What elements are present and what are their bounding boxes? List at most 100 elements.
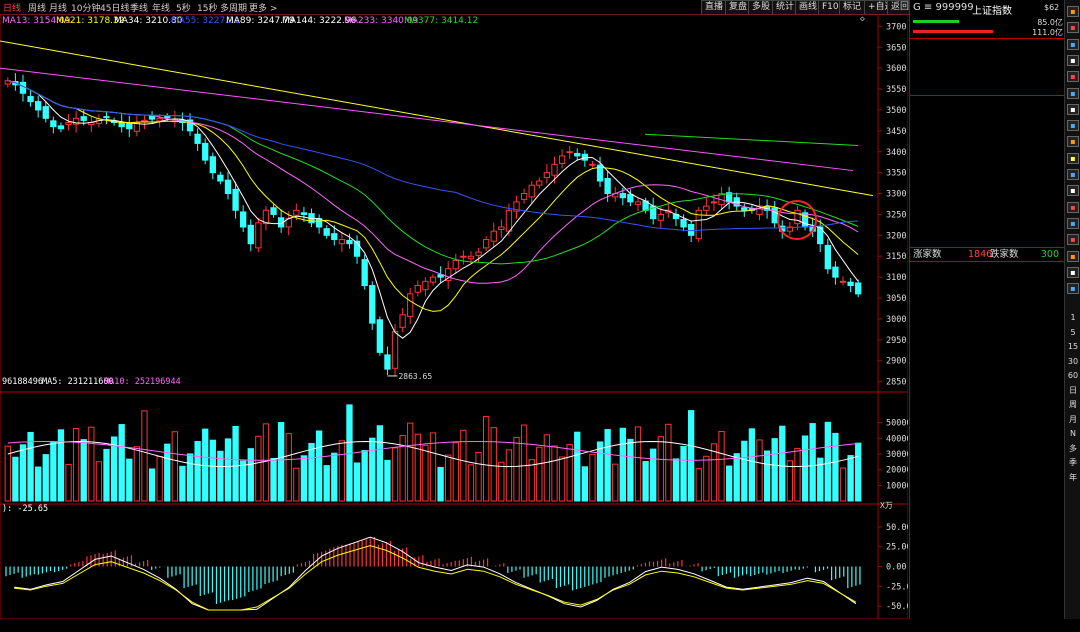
- tick-row[interactable]: [910, 394, 1065, 406]
- tool-button-6[interactable]: 标记: [839, 0, 866, 15]
- tick-row[interactable]: [910, 334, 1065, 346]
- square-icon[interactable]: ▪: [1067, 266, 1079, 278]
- sidebar-period-4[interactable]: 60: [1067, 370, 1079, 381]
- period-tab-10[interactable]: 更多 >: [249, 1, 277, 14]
- volume-bar: [391, 447, 399, 502]
- candle-body: [741, 207, 748, 211]
- tick-row[interactable]: [910, 608, 1065, 620]
- tick-row[interactable]: [910, 477, 1065, 489]
- kline-chart[interactable]: 3700 3650 3600 3550 3500 3450 3400 3350 3300 3250…: [0, 13, 917, 620]
- tick-row[interactable]: [910, 358, 1065, 370]
- tick-row[interactable]: [910, 537, 1065, 549]
- sidebar-period-3[interactable]: 30: [1067, 356, 1079, 367]
- tick-row[interactable]: [910, 406, 1065, 418]
- tick-row[interactable]: [910, 299, 1065, 311]
- tick-row[interactable]: [910, 453, 1065, 465]
- sidebar-period-11[interactable]: 年: [1067, 472, 1079, 483]
- volume-tick-label: 30000: [886, 450, 908, 460]
- candle-body: [574, 152, 581, 157]
- tick-row[interactable]: [910, 323, 1065, 335]
- tick-row[interactable]: [910, 561, 1065, 573]
- price-tick-label: 2900: [886, 357, 906, 367]
- dollar-icon[interactable]: ▪: [1067, 234, 1079, 246]
- pen-icon[interactable]: ▪: [1067, 250, 1079, 262]
- sidebar-period-2[interactable]: 15: [1067, 341, 1079, 352]
- pie-icon[interactable]: ▪: [1067, 136, 1079, 148]
- tick-row[interactable]: [910, 287, 1065, 299]
- sidebar-period-10[interactable]: 季: [1067, 457, 1079, 468]
- volume-bar: [703, 455, 710, 502]
- tick-row[interactable]: [910, 489, 1065, 501]
- candle-body: [619, 193, 626, 199]
- f10-icon[interactable]: ▪: [1067, 103, 1079, 115]
- volume-bar: [57, 429, 65, 502]
- tick-row[interactable]: [910, 418, 1065, 430]
- candle-body: [801, 212, 809, 228]
- tick-row[interactable]: [910, 584, 1065, 596]
- volume-bar: [619, 427, 626, 502]
- tool-button-2[interactable]: 多股: [748, 0, 775, 15]
- tick-row[interactable]: [910, 263, 1065, 275]
- sidebar-period-1[interactable]: 5: [1067, 327, 1079, 338]
- period-tab-0[interactable]: 日线: [3, 1, 21, 14]
- volume-bar: [688, 410, 695, 502]
- tick-row[interactable]: [910, 370, 1065, 382]
- chart-icon[interactable]: ▪: [1067, 71, 1079, 83]
- sidebar-period-6[interactable]: 周: [1067, 399, 1079, 410]
- news-icon[interactable]: ▪: [1067, 152, 1079, 164]
- period-tab-7[interactable]: 5秒: [176, 1, 191, 14]
- sidebar-period-7[interactable]: 月: [1067, 414, 1079, 425]
- list-icon[interactable]: ▪: [1067, 38, 1079, 50]
- rsi-icon[interactable]: ▪: [1067, 217, 1079, 229]
- period-tab-3[interactable]: 10分钟: [71, 1, 100, 14]
- period-tab-8[interactable]: 15秒: [197, 1, 217, 14]
- tick-row[interactable]: [910, 513, 1065, 525]
- period-tab-6[interactable]: 年线: [152, 1, 170, 14]
- volume-bar: [224, 438, 232, 502]
- sidebar-period-5[interactable]: 日: [1067, 385, 1079, 396]
- book-icon[interactable]: ▪: [1067, 169, 1079, 180]
- period-tab-4[interactable]: 45日线: [100, 1, 129, 14]
- stat-row: [910, 185, 1065, 197]
- sidebar-period-8[interactable]: N: [1067, 428, 1079, 439]
- tick-row[interactable]: [910, 596, 1065, 608]
- tool-button-0[interactable]: 直播: [701, 0, 728, 15]
- volume-bar: [596, 441, 604, 502]
- chart-area[interactable]: 3700 3650 3600 3550 3500 3450 3400 3350 3300 3250…: [0, 13, 917, 620]
- volume-bar: [855, 442, 862, 502]
- tick-row[interactable]: [910, 572, 1065, 584]
- volume-bar: [505, 449, 513, 502]
- candle-icon[interactable]: ▪: [1067, 22, 1079, 34]
- doc-icon[interactable]: ▪: [1067, 283, 1079, 295]
- volume-bar: [543, 434, 551, 502]
- period-tab-9[interactable]: 多周期: [220, 1, 247, 14]
- macd-legend: ): -25.65: [2, 504, 48, 514]
- tick-row[interactable]: [910, 442, 1065, 454]
- tick-row[interactable]: [910, 311, 1065, 323]
- grid-icon[interactable]: ▪: [1067, 54, 1079, 66]
- sidebar-period-0[interactable]: 1: [1067, 312, 1079, 323]
- clock-icon[interactable]: ▪: [1067, 6, 1079, 17]
- candle-body: [118, 121, 125, 128]
- tick-row[interactable]: [910, 430, 1065, 442]
- tick-row[interactable]: [910, 501, 1065, 513]
- tick-row[interactable]: [910, 620, 1065, 632]
- tick-row[interactable]: [910, 525, 1065, 537]
- volume-bar: [665, 423, 672, 502]
- info-icon[interactable]: ▪: [1067, 120, 1079, 132]
- sidebar-period-9[interactable]: 多: [1067, 443, 1079, 454]
- tick-row[interactable]: [910, 465, 1065, 477]
- tick-row[interactable]: [910, 382, 1065, 394]
- period-tab-1[interactable]: 周线: [28, 1, 46, 14]
- period-tab-2[interactable]: 月线: [49, 1, 67, 14]
- candle-body: [482, 239, 490, 249]
- period-tab-5[interactable]: 季线: [130, 1, 148, 14]
- tick-row[interactable]: [910, 275, 1065, 287]
- volume-bar: [103, 448, 110, 502]
- tick-row[interactable]: [910, 549, 1065, 561]
- table-icon[interactable]: ▪: [1067, 87, 1079, 99]
- tick-row[interactable]: [910, 346, 1065, 358]
- volume-bar: [589, 453, 596, 502]
- web-icon[interactable]: ▪: [1067, 185, 1079, 197]
- compare-icon[interactable]: ▪: [1067, 201, 1079, 213]
